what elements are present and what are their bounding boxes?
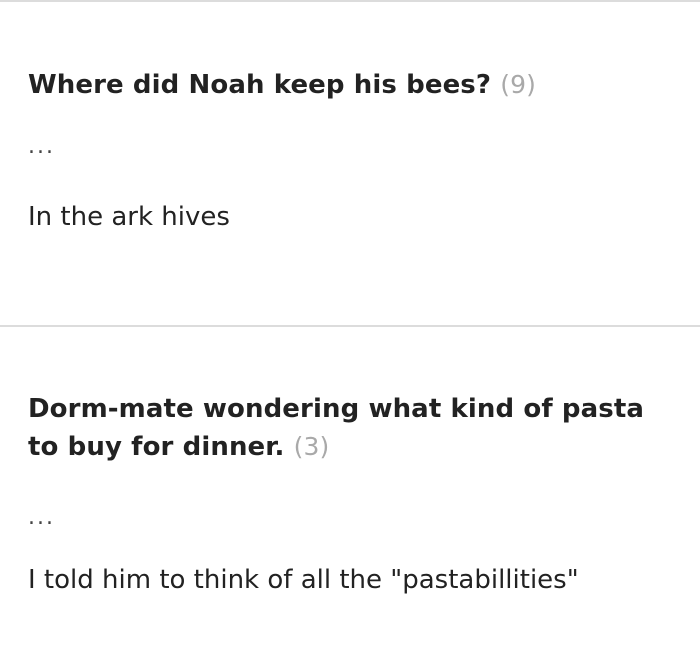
vote-count: (9) xyxy=(500,70,536,99)
joke-title-text: Dorm-mate wondering what kind of pasta t… xyxy=(28,394,645,462)
joke-punchline: I told him to think of all the "pastabil… xyxy=(28,565,579,595)
joke-card[interactable]: Dorm-mate wondering what kind of pasta t… xyxy=(0,327,700,647)
ellipsis: ... xyxy=(28,505,55,530)
vote-count: (3) xyxy=(293,432,330,461)
joke-title-text: Where did Noah keep his bees? xyxy=(28,70,492,100)
joke-feed: Where did Noah keep his bees? (9) ... In… xyxy=(0,0,700,647)
joke-title[interactable]: Dorm-mate wondering what kind of pasta t… xyxy=(28,391,676,466)
joke-card[interactable]: Where did Noah keep his bees? (9) ... In… xyxy=(0,2,700,325)
joke-title[interactable]: Where did Noah keep his bees? (9) xyxy=(28,66,676,104)
joke-punchline: In the ark hives xyxy=(28,202,230,232)
ellipsis: ... xyxy=(28,134,55,159)
